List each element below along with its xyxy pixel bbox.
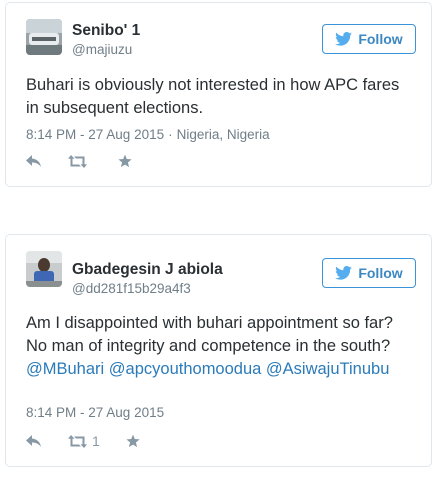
favorite-star-icon	[118, 154, 132, 168]
user-name[interactable]: Senibo' 1	[72, 22, 140, 40]
tweet-text: Buhari is obviously not interested in ho…	[26, 76, 400, 117]
avatar[interactable]	[26, 251, 62, 287]
avatar[interactable]	[26, 19, 62, 55]
twitter-bird-icon	[335, 32, 353, 46]
retweet-icon	[68, 154, 87, 168]
tweet-text-content: Am I disappointed with buhari appointmen…	[26, 314, 393, 355]
tweet-actions	[26, 154, 158, 168]
tweet-timestamp[interactable]: 8:14 PM - 27 Aug 2015	[26, 405, 164, 420]
twitter-bird-icon	[335, 266, 353, 280]
separator: ·	[168, 127, 173, 142]
mention-link[interactable]: @MBuhari	[26, 360, 104, 378]
tweet-timestamp[interactable]: 8:14 PM - 27 Aug 2015	[26, 127, 164, 142]
follow-label: Follow	[358, 265, 403, 281]
tweet-actions: 1	[26, 433, 166, 449]
reply-icon	[26, 435, 41, 447]
reply-button[interactable]	[26, 434, 42, 448]
tweet-card: Senibo' 1 @majiuzu Follow Buhari is obvi…	[5, 2, 432, 187]
favorite-button[interactable]	[118, 154, 132, 168]
tweet-meta: 8:14 PM - 27 Aug 2015	[26, 405, 164, 420]
tweet-card: Gbadegesin J abiola @dd281f15b29a4f3 Fol…	[5, 234, 432, 467]
follow-label: Follow	[358, 31, 403, 47]
user-name[interactable]: Gbadegesin J abiola	[72, 261, 223, 279]
follow-button[interactable]: Follow	[322, 24, 416, 54]
retweet-button[interactable]: 1	[68, 433, 100, 449]
mention-link[interactable]: @apcyouthomoodua	[109, 360, 262, 378]
favorite-star-icon	[126, 434, 140, 448]
tweet-text: Am I disappointed with buhari appointmen…	[26, 312, 413, 381]
follow-button[interactable]: Follow	[322, 258, 416, 288]
reply-icon	[26, 155, 41, 167]
retweet-icon	[68, 434, 87, 448]
mention-link[interactable]: @AsiwajuTinubu	[266, 360, 389, 378]
favorite-button[interactable]	[126, 434, 140, 448]
user-handle[interactable]: @dd281f15b29a4f3	[72, 281, 191, 296]
reply-button[interactable]	[26, 154, 42, 168]
retweet-count: 1	[92, 433, 100, 449]
user-handle[interactable]: @majiuzu	[72, 42, 132, 57]
tweet-location[interactable]: Nigeria, Nigeria	[177, 127, 270, 142]
retweet-button[interactable]	[68, 154, 92, 168]
tweet-meta: 8:14 PM - 27 Aug 2015 · Nigeria, Nigeria	[26, 127, 270, 142]
